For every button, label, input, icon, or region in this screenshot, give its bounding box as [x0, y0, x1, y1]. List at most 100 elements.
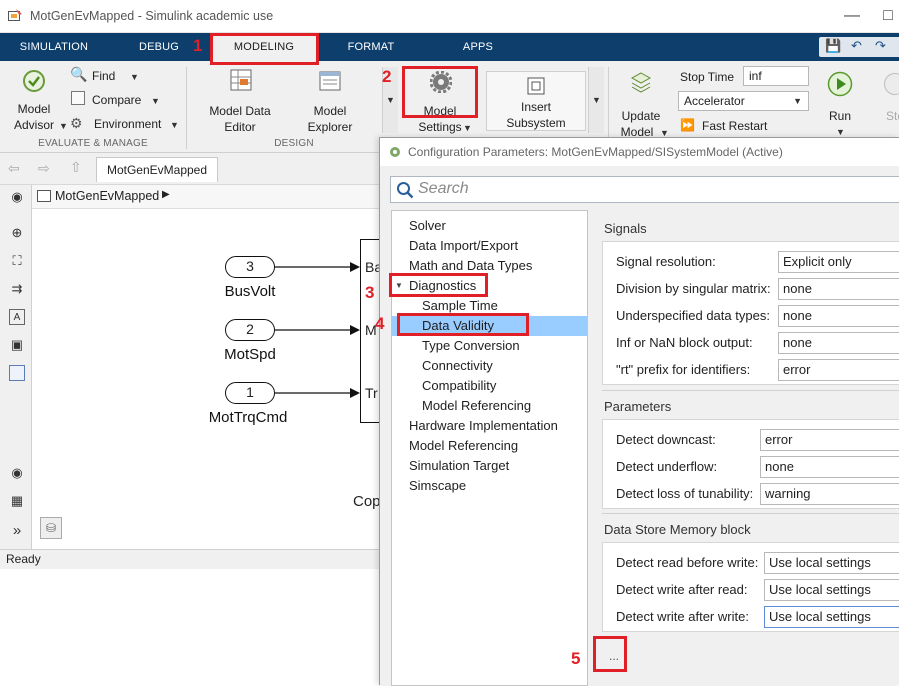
magnifier-icon: 🔍	[70, 66, 88, 82]
fast-restart-toggle[interactable]: ⏩ Fast Restart	[680, 117, 810, 135]
write-after-read-select[interactable]: Use local settings	[764, 579, 899, 601]
run-label: Run	[828, 109, 851, 123]
read-before-write-select[interactable]: Use local settings	[764, 552, 899, 574]
chevron-down-icon: ▼	[386, 95, 395, 105]
detect-downcast-select[interactable]: error	[760, 429, 899, 451]
forward-arrow-icon[interactable]: ⇨	[38, 160, 50, 177]
model-tab[interactable]: MotGenEvMapped	[96, 157, 218, 182]
play-icon	[827, 71, 853, 97]
window-title-bar: MotGenEvMapped - Simulink academic use —…	[0, 0, 899, 33]
tree-item-model-referencing[interactable]: Model Referencing	[409, 436, 518, 456]
check-circle-icon	[23, 70, 45, 92]
tree-item-diag-model-referencing[interactable]: Model Referencing	[422, 396, 531, 416]
parameters-group-title: Parameters	[604, 399, 672, 414]
tree-item-hardware-implementation[interactable]: Hardware Implementation	[409, 416, 558, 436]
insert-subsystem-button[interactable]: Insert Subsystem	[486, 71, 586, 131]
signal-resolution-select[interactable]: Explicit only	[778, 251, 899, 273]
maximize-icon[interactable]: □	[878, 6, 898, 26]
annotation-icon[interactable]: A	[9, 309, 25, 325]
compare-button[interactable]: Compare ▼	[70, 91, 182, 111]
tree-item-type-conversion[interactable]: Type Conversion	[422, 336, 520, 356]
undo-icon[interactable]: ↶	[851, 38, 862, 54]
division-singular-matrix-select[interactable]: none	[778, 278, 899, 300]
image-icon[interactable]: ▣	[9, 337, 25, 353]
status-bar: Ready	[0, 549, 380, 569]
annotation-number: 4	[375, 314, 385, 333]
breadcrumb-model[interactable]: MotGenEvMapped	[55, 189, 159, 203]
group-separator	[602, 513, 899, 514]
stop-button[interactable]: Sto	[876, 67, 899, 139]
design-section: DESIGN	[274, 138, 314, 149]
detect-underflow-label: Detect underflow:	[616, 459, 718, 474]
tab-debug[interactable]: DEBUG	[120, 33, 198, 61]
inf-nan-output-select[interactable]: none	[778, 332, 899, 354]
ribbon-divider	[186, 67, 187, 149]
detect-loss-tunability-select[interactable]: warning	[760, 483, 899, 505]
run-button[interactable]: Run ▼	[820, 67, 860, 139]
annotation-box-more-button	[593, 636, 627, 672]
model-data-icon[interactable]: ⛁	[40, 517, 62, 539]
minimize-icon[interactable]: —	[842, 6, 862, 26]
fast-restart-label: Fast Restart	[702, 119, 768, 133]
tree-item-compatibility[interactable]: Compatibility	[422, 376, 496, 396]
zoom-icon[interactable]: ⊕	[9, 225, 25, 241]
redo-icon[interactable]: ↷	[875, 38, 886, 54]
back-arrow-icon[interactable]: ⇦	[8, 160, 20, 177]
hide-browser-icon[interactable]: ◉	[9, 189, 25, 205]
block-port-label: Tr	[365, 385, 378, 401]
write-after-write-select[interactable]: Use local settings	[764, 606, 899, 628]
detect-underflow-select[interactable]: none	[760, 456, 899, 478]
window-title: MotGenEvMapped - Simulink academic use	[30, 9, 274, 23]
quick-access-toolbar: 💾 ↶ ↷	[819, 37, 899, 57]
model-explorer-label-1: Model	[313, 104, 347, 118]
model-advisor-button[interactable]: Model Advisor ▼	[8, 67, 68, 137]
annotation-box-data-validity	[397, 313, 529, 336]
save-icon[interactable]: 💾	[825, 38, 841, 54]
tab-apps[interactable]: APPS	[448, 33, 508, 61]
find-button[interactable]: 🔍 Find ▼	[70, 66, 182, 87]
property-inspector-icon[interactable]: ▦	[9, 493, 25, 509]
arrow-right-icon[interactable]: ⇉	[9, 281, 25, 297]
fast-restart-icon: ⏩	[680, 118, 695, 132]
tab-format[interactable]: FORMAT	[336, 33, 406, 61]
area-icon[interactable]	[9, 365, 25, 381]
up-arrow-icon[interactable]: ⇧	[70, 159, 82, 176]
chevron-down-icon: ▼	[130, 72, 139, 82]
gear-icon: ⚙	[70, 115, 83, 131]
expand-palette-icon[interactable]: »	[9, 523, 25, 539]
tree-item-data-import-export[interactable]: Data Import/Export	[409, 236, 518, 256]
tree-item-connectivity[interactable]: Connectivity	[422, 356, 493, 376]
update-model-label-1: Update	[621, 109, 661, 123]
model-data-editor-button[interactable]: Model Data Editor	[200, 67, 280, 134]
simulation-mode-select[interactable]: Accelerator ▼	[678, 91, 809, 111]
compare-icon	[71, 91, 85, 105]
component-gallery-expand[interactable]: ▼	[588, 67, 604, 133]
tab-simulation[interactable]: SIMULATION	[8, 33, 100, 61]
tree-item-solver[interactable]: Solver	[409, 216, 446, 236]
environment-button[interactable]: ⚙ Environment ▼	[70, 115, 182, 135]
update-model-button[interactable]: Update Model ▼	[612, 67, 670, 139]
stop-icon	[884, 73, 899, 95]
compare-label: Compare	[92, 93, 142, 107]
simulink-app-icon	[8, 9, 22, 21]
chevron-down-icon: ▼	[793, 96, 802, 106]
annotation-number: 2	[382, 67, 392, 86]
find-label: Find	[92, 69, 116, 83]
stop-label: Sto	[886, 109, 899, 123]
explorer-icon	[319, 71, 341, 91]
model-canvas[interactable]: 3 BusVolt 2 MotSpd 1 MotTrqCmd Ba M Tr C…	[32, 209, 390, 549]
tree-item-simscape[interactable]: Simscape	[409, 476, 466, 496]
write-after-read-label: Detect write after read:	[616, 582, 748, 597]
tree-item-simulation-target[interactable]: Simulation Target	[409, 456, 509, 476]
fit-to-view-icon[interactable]: ⛶	[9, 253, 25, 269]
camera-icon[interactable]: ◉	[9, 465, 25, 481]
rt-prefix-select[interactable]: error	[778, 359, 899, 381]
underspecified-types-select[interactable]: none	[778, 305, 899, 327]
model-explorer-button[interactable]: Model Explorer	[292, 67, 368, 134]
detect-downcast-label: Detect downcast:	[616, 432, 716, 447]
signals-group-title: Signals	[604, 221, 647, 236]
stop-time-input[interactable]: inf	[743, 66, 809, 86]
model-data-editor-label-2: Editor	[224, 120, 256, 134]
subsystem-icon	[527, 77, 545, 95]
search-input[interactable]: Search	[390, 176, 899, 203]
